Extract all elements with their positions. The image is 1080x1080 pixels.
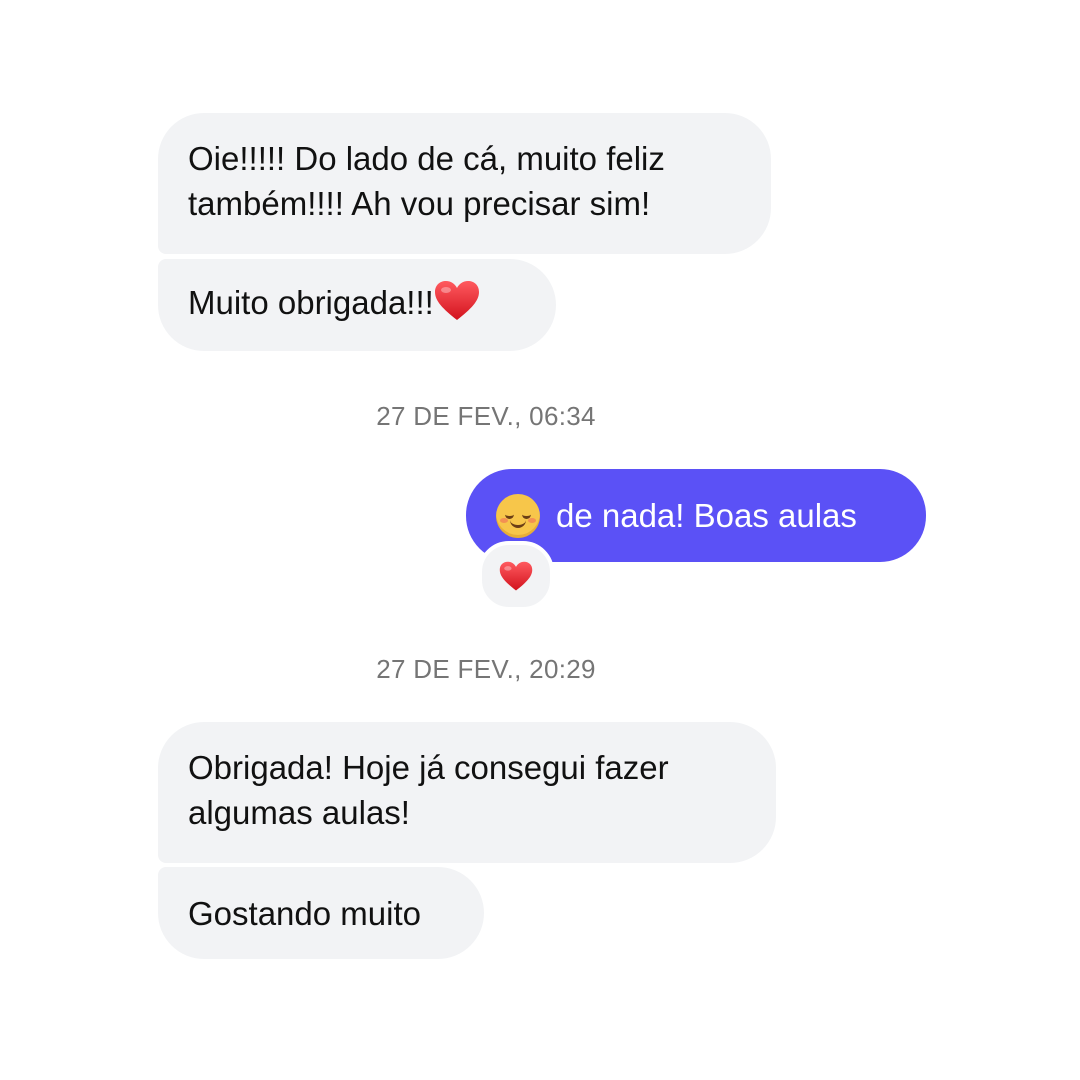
message-line: Obrigada! Hoje já consegui fazer <box>188 749 669 786</box>
timestamp: 27 DE FEV., 06:34 <box>376 401 596 431</box>
received-message[interactable]: Gostando muito <box>158 867 484 959</box>
received-message[interactable]: Obrigada! Hoje já consegui fazer algumas… <box>158 722 776 863</box>
message-line: algumas aulas! <box>188 794 410 831</box>
timestamp: 27 DE FEV., 20:29 <box>376 654 596 684</box>
message-content: Muito obrigada!!! <box>188 280 526 325</box>
received-message[interactable]: Oie!!!!! Do lado de cá, muito feliz tamb… <box>158 113 771 254</box>
reaction-badge[interactable] <box>478 541 554 611</box>
message-text: Muito obrigada!!! <box>188 284 434 321</box>
received-message[interactable]: Muito obrigada!!! <box>158 259 556 351</box>
red-heart-icon <box>499 561 533 591</box>
message-line: Oie!!!!! Do lado de cá, muito feliz <box>188 140 665 177</box>
message-line: também!!!! Ah vou precisar sim! <box>188 185 651 222</box>
red-heart-icon <box>434 281 479 321</box>
message-text: Gostando muito <box>188 895 421 932</box>
smiling-face-icon <box>496 493 540 538</box>
message-text: de nada! Boas aulas <box>556 496 857 534</box>
